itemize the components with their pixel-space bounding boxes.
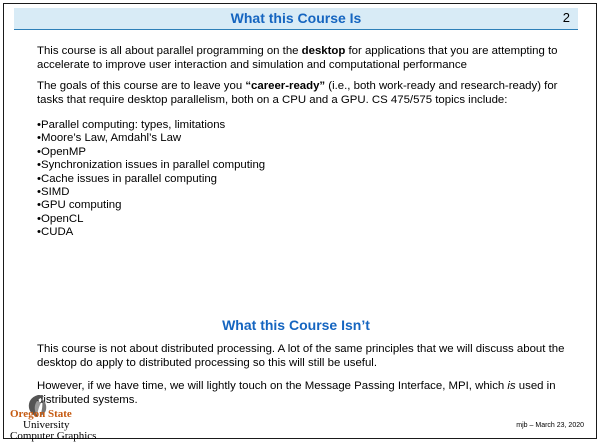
- slide-title: What this Course Is: [230, 10, 362, 26]
- course-isnt-content: This course is not about distributed pro…: [37, 342, 577, 407]
- list-item: OpenMP: [37, 146, 577, 159]
- list-item: OpenCL: [37, 213, 577, 226]
- intro-text-before: This course is all about parallel progra…: [37, 45, 302, 57]
- list-item: GPU computing: [37, 199, 577, 212]
- isnt-paragraph-distributed: This course is not about distributed pro…: [37, 343, 565, 369]
- page-number: 2: [562, 10, 570, 25]
- section-title-isnt: What this Course Isn’t: [222, 317, 370, 333]
- goals-bold-career-ready: “career-ready”: [245, 80, 326, 92]
- title-bar: What this Course Is 2: [14, 8, 578, 30]
- course-is-content: This course is all about parallel progra…: [37, 44, 577, 240]
- goals-paragraph: The goals of this course are to leave yo…: [37, 79, 577, 107]
- list-item: Moore’s Law, Amdahl’s Law: [37, 132, 577, 145]
- intro-bold-desktop: desktop: [301, 45, 346, 57]
- mpi-italic-is: is: [507, 380, 516, 392]
- list-item: Cache issues in parallel computing: [37, 173, 577, 186]
- logo-text-computer-graphics: Computer Graphics: [10, 430, 97, 442]
- list-item: Parallel computing: types, limitations: [37, 119, 577, 132]
- isnt-paragraph-mpi: However, if we have time, we will lightl…: [37, 379, 577, 407]
- osu-logo: Oregon State University Computer Graphic…: [8, 393, 118, 445]
- intro-paragraph: This course is all about parallel progra…: [37, 44, 577, 72]
- list-item: Synchronization issues in parallel compu…: [37, 159, 577, 172]
- slide-footer: mjb – March 23, 2020: [516, 422, 584, 429]
- mpi-text-before: However, if we have time, we will lightl…: [37, 380, 508, 392]
- slide-frame: What this Course Is 2 This course is all…: [3, 3, 597, 442]
- list-item: CUDA: [37, 226, 577, 239]
- topics-list: Parallel computing: types, limitations M…: [37, 119, 577, 240]
- goals-text-before: The goals of this course are to leave yo…: [37, 80, 246, 92]
- list-item: SIMD: [37, 186, 577, 199]
